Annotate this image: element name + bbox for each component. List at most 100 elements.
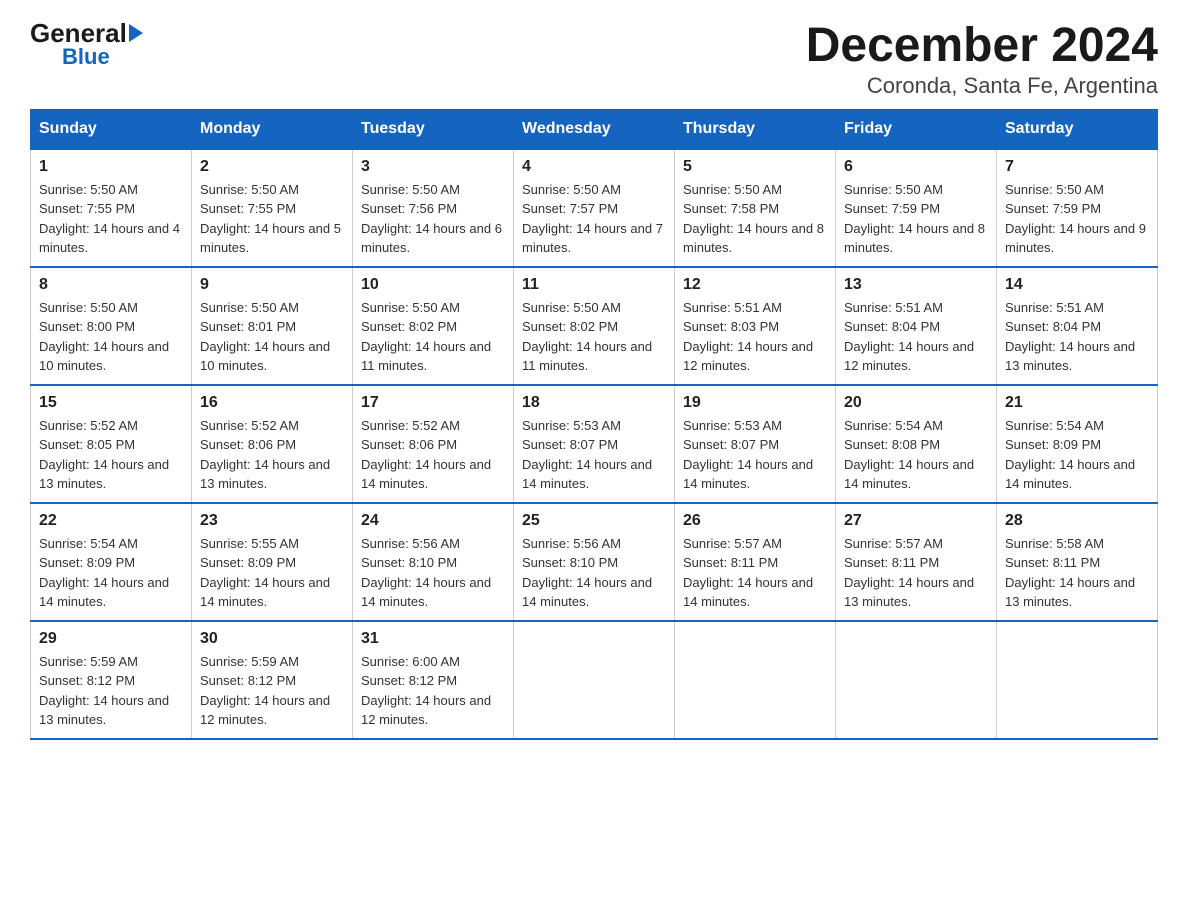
calendar-cell: 2 Sunrise: 5:50 AM Sunset: 7:55 PM Dayli… [192, 149, 353, 267]
sunrise-label: Sunrise: 6:00 AM [361, 654, 460, 669]
calendar-cell: 14 Sunrise: 5:51 AM Sunset: 8:04 PM Dayl… [997, 267, 1158, 385]
daylight-label: Daylight: 14 hours and 12 minutes. [683, 339, 813, 374]
sunrise-label: Sunrise: 5:50 AM [39, 300, 138, 315]
calendar-cell: 6 Sunrise: 5:50 AM Sunset: 7:59 PM Dayli… [836, 149, 997, 267]
sunset-label: Sunset: 7:55 PM [200, 201, 296, 216]
page-header: General Blue December 2024 Coronda, Sant… [30, 20, 1158, 99]
calendar-week-row: 15 Sunrise: 5:52 AM Sunset: 8:05 PM Dayl… [31, 385, 1158, 503]
sunset-label: Sunset: 7:57 PM [522, 201, 618, 216]
sunset-label: Sunset: 8:06 PM [200, 437, 296, 452]
sunrise-label: Sunrise: 5:56 AM [522, 536, 621, 551]
day-info: Sunrise: 5:50 AM Sunset: 8:00 PM Dayligh… [39, 298, 183, 376]
sunset-label: Sunset: 8:00 PM [39, 319, 135, 334]
day-number: 5 [683, 158, 827, 176]
day-info: Sunrise: 5:59 AM Sunset: 8:12 PM Dayligh… [39, 652, 183, 730]
day-info: Sunrise: 5:57 AM Sunset: 8:11 PM Dayligh… [844, 534, 988, 612]
daylight-label: Daylight: 14 hours and 12 minutes. [844, 339, 974, 374]
sunset-label: Sunset: 8:10 PM [522, 555, 618, 570]
sunrise-label: Sunrise: 5:51 AM [844, 300, 943, 315]
sunset-label: Sunset: 7:59 PM [844, 201, 940, 216]
day-info: Sunrise: 5:53 AM Sunset: 8:07 PM Dayligh… [683, 416, 827, 494]
sunrise-label: Sunrise: 5:59 AM [39, 654, 138, 669]
sunrise-label: Sunrise: 5:57 AM [844, 536, 943, 551]
day-info: Sunrise: 5:56 AM Sunset: 8:10 PM Dayligh… [522, 534, 666, 612]
sunrise-label: Sunrise: 5:51 AM [683, 300, 782, 315]
calendar-cell: 22 Sunrise: 5:54 AM Sunset: 8:09 PM Dayl… [31, 503, 192, 621]
calendar-cell: 21 Sunrise: 5:54 AM Sunset: 8:09 PM Dayl… [997, 385, 1158, 503]
calendar-cell: 19 Sunrise: 5:53 AM Sunset: 8:07 PM Dayl… [675, 385, 836, 503]
sunset-label: Sunset: 8:10 PM [361, 555, 457, 570]
day-info: Sunrise: 5:50 AM Sunset: 7:56 PM Dayligh… [361, 180, 505, 258]
day-number: 13 [844, 276, 988, 294]
calendar-header-friday: Friday [836, 109, 997, 149]
sunrise-label: Sunrise: 5:54 AM [39, 536, 138, 551]
sunrise-label: Sunrise: 5:50 AM [200, 300, 299, 315]
day-number: 12 [683, 276, 827, 294]
daylight-label: Daylight: 14 hours and 14 minutes. [522, 575, 652, 610]
daylight-label: Daylight: 14 hours and 8 minutes. [844, 221, 985, 256]
day-info: Sunrise: 5:57 AM Sunset: 8:11 PM Dayligh… [683, 534, 827, 612]
daylight-label: Daylight: 14 hours and 14 minutes. [844, 457, 974, 492]
day-info: Sunrise: 5:59 AM Sunset: 8:12 PM Dayligh… [200, 652, 344, 730]
logo-general-text: General [30, 20, 143, 46]
day-number: 26 [683, 512, 827, 530]
sunset-label: Sunset: 8:11 PM [1005, 555, 1100, 570]
sunrise-label: Sunrise: 5:50 AM [200, 182, 299, 197]
sunset-label: Sunset: 8:05 PM [39, 437, 135, 452]
sunrise-label: Sunrise: 5:50 AM [361, 182, 460, 197]
sunrise-label: Sunrise: 5:51 AM [1005, 300, 1104, 315]
sunset-label: Sunset: 8:11 PM [683, 555, 778, 570]
logo-arrow-icon [129, 24, 143, 42]
sunrise-label: Sunrise: 5:50 AM [522, 182, 621, 197]
sunset-label: Sunset: 8:12 PM [200, 673, 296, 688]
day-info: Sunrise: 5:50 AM Sunset: 7:59 PM Dayligh… [1005, 180, 1149, 258]
calendar-header-sunday: Sunday [31, 109, 192, 149]
calendar-cell: 26 Sunrise: 5:57 AM Sunset: 8:11 PM Dayl… [675, 503, 836, 621]
sunset-label: Sunset: 8:12 PM [361, 673, 457, 688]
day-number: 30 [200, 630, 344, 648]
calendar-header-row: SundayMondayTuesdayWednesdayThursdayFrid… [31, 109, 1158, 149]
daylight-label: Daylight: 14 hours and 11 minutes. [361, 339, 491, 374]
day-number: 20 [844, 394, 988, 412]
daylight-label: Daylight: 14 hours and 11 minutes. [522, 339, 652, 374]
sunrise-label: Sunrise: 5:53 AM [683, 418, 782, 433]
calendar-cell: 18 Sunrise: 5:53 AM Sunset: 8:07 PM Dayl… [514, 385, 675, 503]
day-info: Sunrise: 5:52 AM Sunset: 8:06 PM Dayligh… [200, 416, 344, 494]
day-number: 18 [522, 394, 666, 412]
logo: General Blue [30, 20, 143, 68]
sunset-label: Sunset: 8:09 PM [1005, 437, 1101, 452]
calendar-cell: 20 Sunrise: 5:54 AM Sunset: 8:08 PM Dayl… [836, 385, 997, 503]
sunrise-label: Sunrise: 5:58 AM [1005, 536, 1104, 551]
sunrise-label: Sunrise: 5:52 AM [39, 418, 138, 433]
sunset-label: Sunset: 7:58 PM [683, 201, 779, 216]
calendar-cell: 12 Sunrise: 5:51 AM Sunset: 8:03 PM Dayl… [675, 267, 836, 385]
day-info: Sunrise: 5:54 AM Sunset: 8:09 PM Dayligh… [1005, 416, 1149, 494]
day-info: Sunrise: 5:50 AM Sunset: 7:57 PM Dayligh… [522, 180, 666, 258]
sunset-label: Sunset: 7:59 PM [1005, 201, 1101, 216]
page-subtitle: Coronda, Santa Fe, Argentina [806, 73, 1158, 99]
calendar-cell: 27 Sunrise: 5:57 AM Sunset: 8:11 PM Dayl… [836, 503, 997, 621]
daylight-label: Daylight: 14 hours and 9 minutes. [1005, 221, 1146, 256]
day-number: 23 [200, 512, 344, 530]
daylight-label: Daylight: 14 hours and 12 minutes. [361, 693, 491, 728]
calendar-cell: 31 Sunrise: 6:00 AM Sunset: 8:12 PM Dayl… [353, 621, 514, 739]
day-info: Sunrise: 6:00 AM Sunset: 8:12 PM Dayligh… [361, 652, 505, 730]
calendar-week-row: 22 Sunrise: 5:54 AM Sunset: 8:09 PM Dayl… [31, 503, 1158, 621]
day-info: Sunrise: 5:50 AM Sunset: 7:55 PM Dayligh… [200, 180, 344, 258]
sunset-label: Sunset: 8:04 PM [844, 319, 940, 334]
day-info: Sunrise: 5:55 AM Sunset: 8:09 PM Dayligh… [200, 534, 344, 612]
day-number: 21 [1005, 394, 1149, 412]
day-info: Sunrise: 5:50 AM Sunset: 8:02 PM Dayligh… [522, 298, 666, 376]
sunset-label: Sunset: 8:01 PM [200, 319, 296, 334]
calendar-header-tuesday: Tuesday [353, 109, 514, 149]
day-number: 10 [361, 276, 505, 294]
calendar-cell [997, 621, 1158, 739]
sunset-label: Sunset: 8:08 PM [844, 437, 940, 452]
daylight-label: Daylight: 14 hours and 8 minutes. [683, 221, 824, 256]
sunrise-label: Sunrise: 5:57 AM [683, 536, 782, 551]
day-number: 2 [200, 158, 344, 176]
day-number: 29 [39, 630, 183, 648]
calendar-cell: 13 Sunrise: 5:51 AM Sunset: 8:04 PM Dayl… [836, 267, 997, 385]
daylight-label: Daylight: 14 hours and 13 minutes. [39, 457, 169, 492]
day-info: Sunrise: 5:58 AM Sunset: 8:11 PM Dayligh… [1005, 534, 1149, 612]
